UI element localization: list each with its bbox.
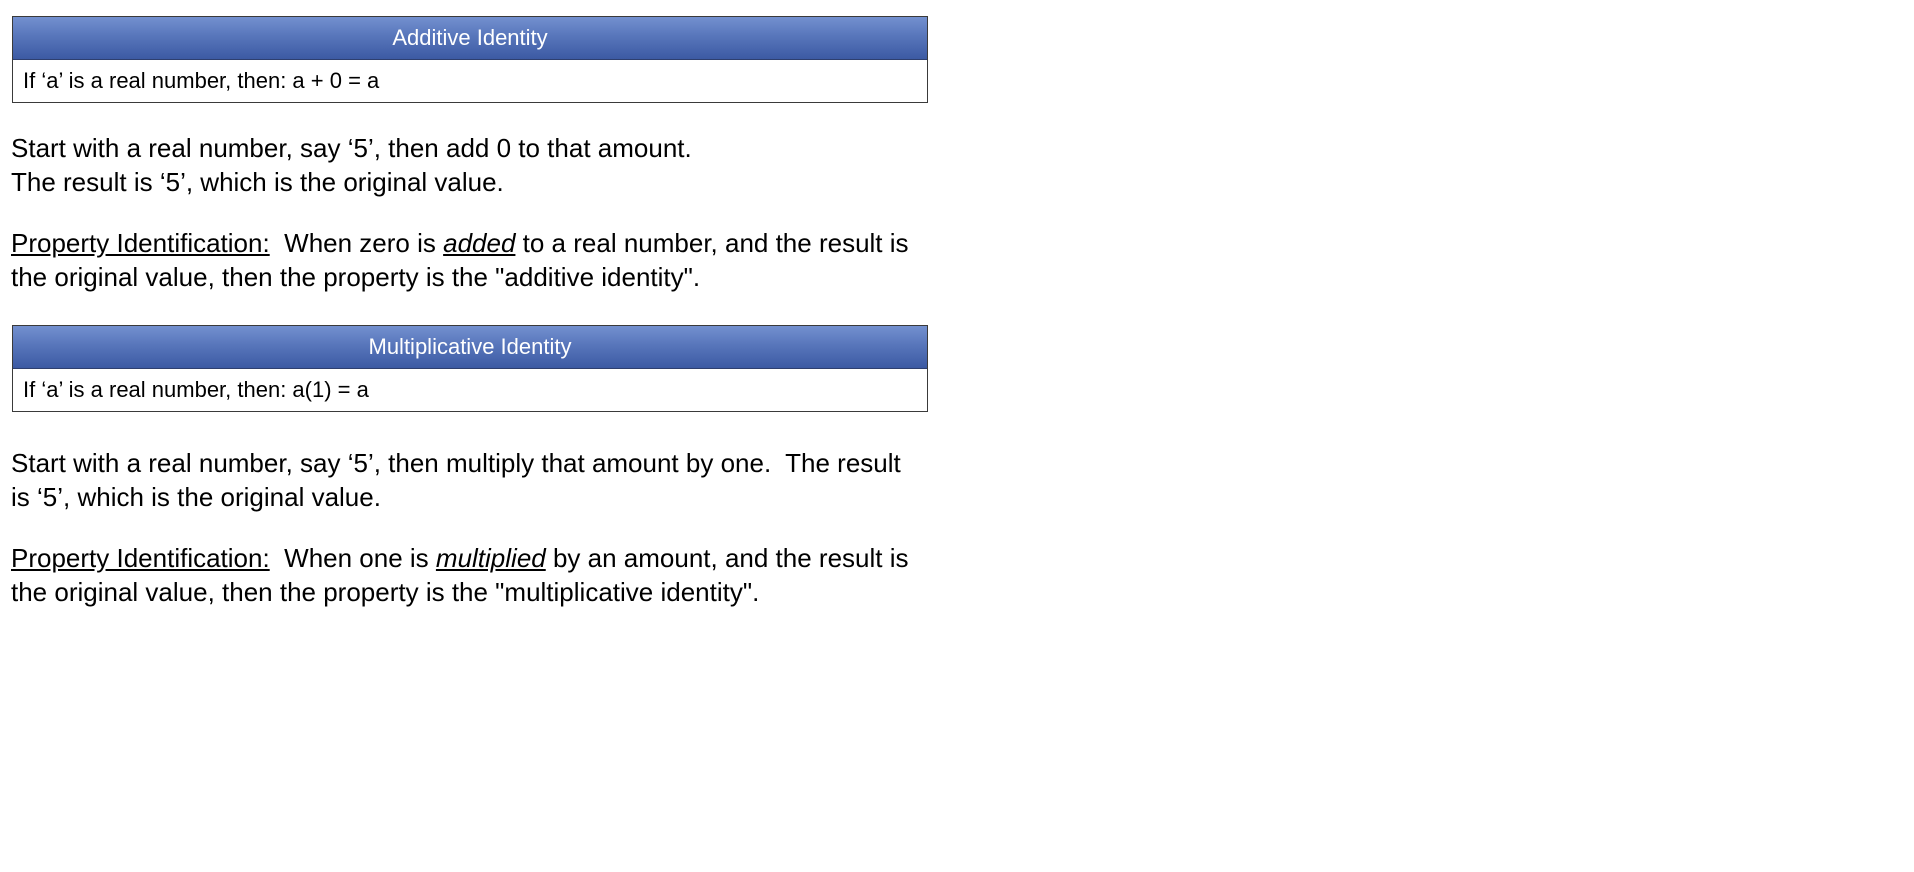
additive-identity-rule: If ‘a’ is a real number, then: a + 0 = a xyxy=(23,68,380,93)
additive-identity-box: Additive Identity If ‘a’ is a real numbe… xyxy=(12,16,928,103)
multiplicative-identification-emphasis: multiplied xyxy=(435,543,546,573)
multiplicative-identification-label: Property Identification: xyxy=(11,543,270,573)
additive-identity-title: Additive Identity xyxy=(13,17,927,60)
multiplicative-identification-before: When one is xyxy=(269,543,436,573)
additive-example-paragraph: Start with a real number, say ‘5’, then … xyxy=(11,131,1011,199)
additive-identification-paragraph: Property Identification: When zero is ad… xyxy=(11,226,1011,294)
additive-identification-emphasis: added xyxy=(443,228,516,258)
multiplicative-example-paragraph: Start with a real number, say ‘5’, then … xyxy=(11,446,1011,514)
multiplicative-example-line-2: is ‘5’, which is the original value. xyxy=(11,482,381,512)
multiplicative-identification-line-2: the original value, then the property is… xyxy=(11,577,760,607)
multiplicative-identification-paragraph: Property Identification: When one is mul… xyxy=(11,541,1011,609)
additive-example-line-1: Start with a real number, say ‘5’, then … xyxy=(11,133,692,163)
additive-identification-before: When zero is xyxy=(269,228,444,258)
additive-identification-line-2: the original value, then the property is… xyxy=(11,262,701,292)
additive-identification-label: Property Identification: xyxy=(11,228,270,258)
multiplicative-identification-after: by an amount, and the result is xyxy=(545,543,909,573)
additive-example-line-2: The result is ‘5’, which is the original… xyxy=(11,167,504,197)
multiplicative-example-line-1: Start with a real number, say ‘5’, then … xyxy=(11,448,901,478)
additive-identification-after: to a real number, and the result is xyxy=(515,228,909,258)
multiplicative-identity-title: Multiplicative Identity xyxy=(13,326,927,369)
multiplicative-identity-box: Multiplicative Identity If ‘a’ is a real… xyxy=(12,325,928,412)
multiplicative-identity-rule: If ‘a’ is a real number, then: a(1) = a xyxy=(23,377,369,402)
